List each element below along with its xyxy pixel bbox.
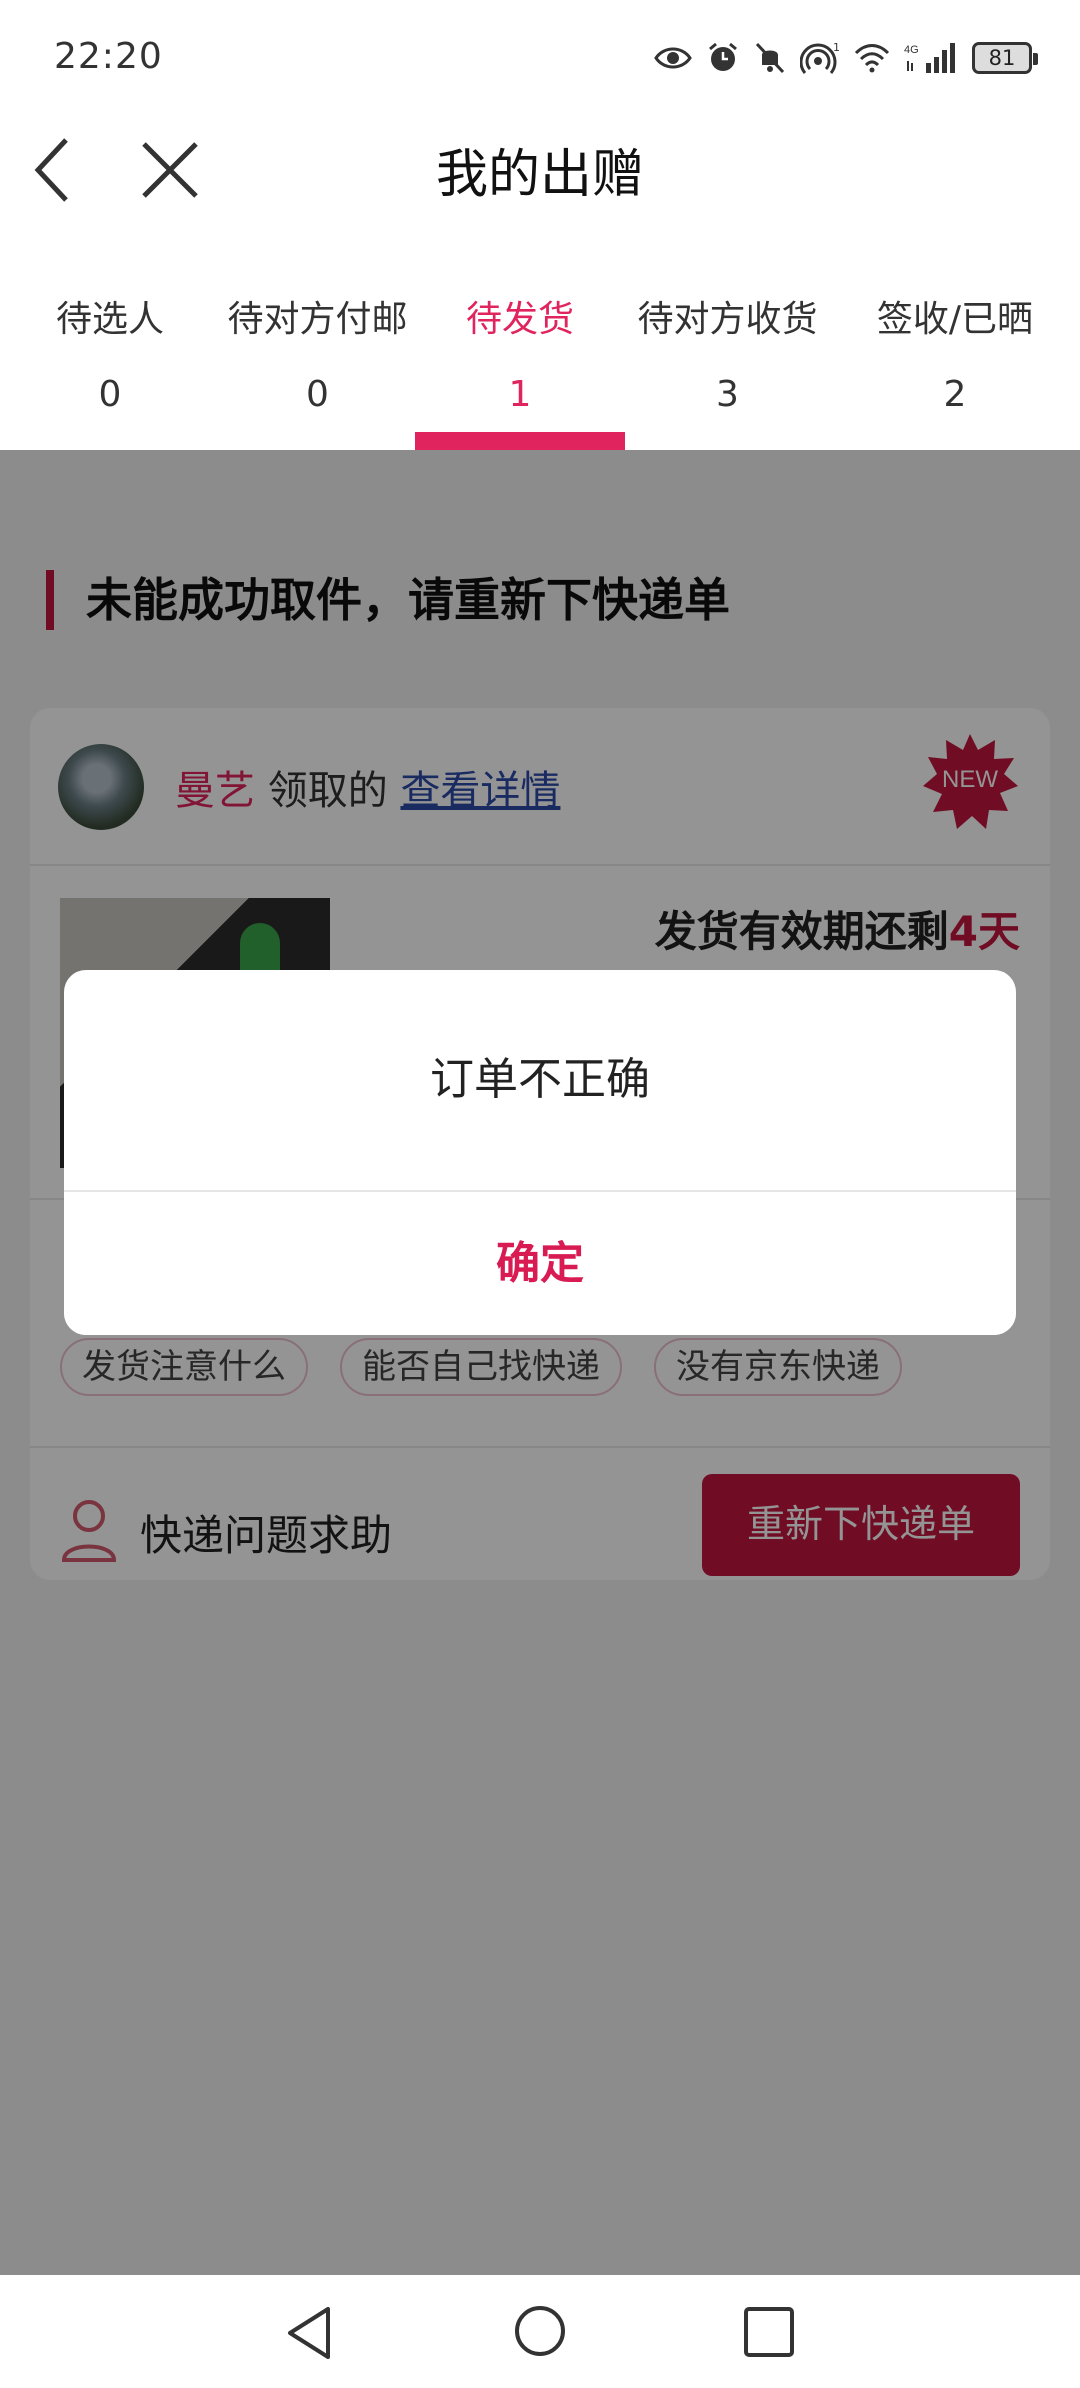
tab-pending-shipment[interactable]: 待发货 1 — [415, 270, 625, 450]
status-time: 22:20 — [54, 36, 163, 77]
status-bar: 22:20 1 4G 81 — [0, 0, 1080, 110]
mute-icon — [755, 42, 785, 74]
tab-label: 签收/已晒 — [876, 299, 1034, 340]
active-tab-indicator — [415, 432, 625, 450]
tab-label: 待选人 — [55, 299, 164, 340]
tab-label: 待对方收货 — [637, 299, 818, 340]
tab-count: 1 — [508, 374, 532, 415]
tab-count: 3 — [716, 374, 739, 415]
tab-label: 待发货 — [465, 299, 574, 340]
eye-icon — [654, 47, 692, 69]
battery-icon: 81 — [972, 42, 1038, 74]
tab-label: 待对方付邮 — [227, 299, 408, 340]
tab-pending-postage[interactable]: 待对方付邮 0 — [220, 270, 415, 450]
tab-pending-receipt[interactable]: 待对方收货 3 — [625, 270, 830, 450]
system-nav-bar — [0, 2275, 1080, 2388]
title-bar: 我的出赠 — [0, 110, 1080, 270]
tab-count: 2 — [943, 374, 967, 415]
alarm-icon — [709, 42, 737, 71]
dialog-message: 订单不正确 — [430, 1054, 650, 1105]
confirm-button[interactable]: 确定 — [64, 1192, 1016, 1335]
svg-text:1: 1 — [833, 41, 840, 54]
nav-home-icon[interactable] — [510, 2301, 570, 2361]
signal-4g-icon: 4G — [904, 43, 955, 73]
tab-pending-selection[interactable]: 待选人 0 — [0, 270, 220, 450]
svg-text:4G: 4G — [904, 44, 919, 56]
alert-dialog: 订单不正确 确定 — [64, 970, 1016, 1335]
wifi-icon — [854, 44, 890, 73]
tab-signed-shared[interactable]: 签收/已晒 2 — [830, 270, 1080, 450]
status-icons: 1 4G 81 — [654, 38, 1038, 78]
tab-bar: 待选人 0 待对方付邮 0 待发货 1 待对方收货 3 签收/已晒 2 — [0, 270, 1080, 450]
page-title: 我的出赠 — [435, 145, 644, 205]
modal-overlay[interactable] — [0, 450, 1080, 2275]
nav-recents-icon[interactable] — [740, 2303, 798, 2361]
tab-count: 0 — [306, 374, 329, 415]
tab-count: 0 — [98, 374, 122, 415]
nav-back-icon[interactable] — [280, 2303, 340, 2363]
hotspot-icon: 1 — [800, 41, 840, 74]
